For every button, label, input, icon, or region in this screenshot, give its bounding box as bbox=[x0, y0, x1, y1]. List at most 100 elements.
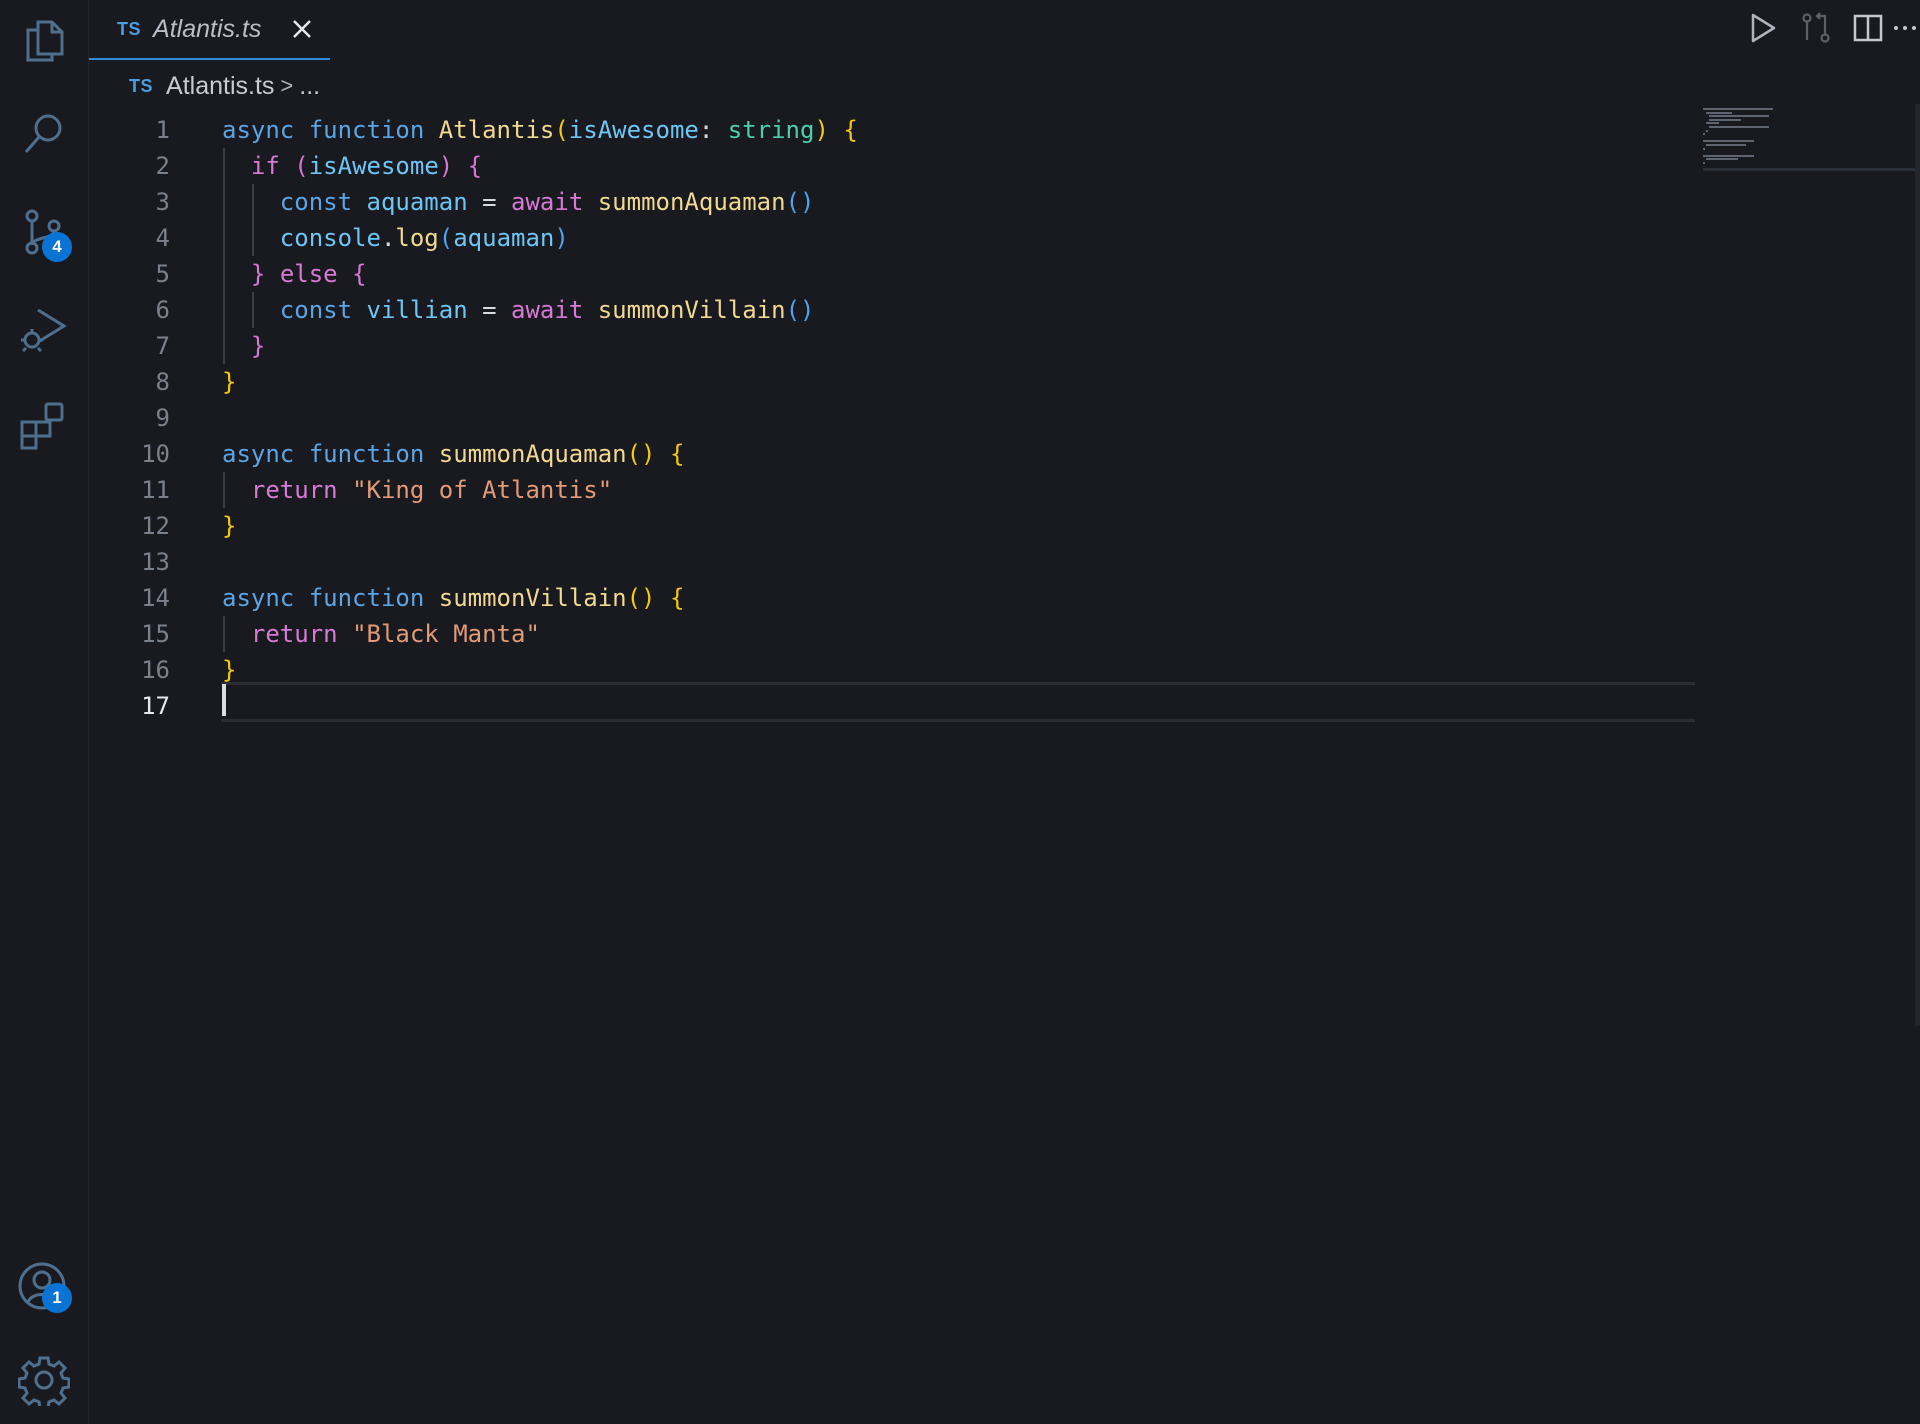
code-text: async function summonAquaman() { bbox=[222, 440, 684, 468]
code-line[interactable]: 5 } else { bbox=[89, 256, 1699, 292]
extensions-icon[interactable] bbox=[0, 386, 88, 462]
line-number: 13 bbox=[141, 548, 170, 576]
run-debug-icon[interactable] bbox=[0, 290, 88, 366]
run-icon[interactable] bbox=[1744, 10, 1780, 46]
code-token: { bbox=[669, 584, 685, 612]
typescript-file-icon: TS bbox=[129, 75, 154, 96]
line-number: 2 bbox=[155, 152, 170, 180]
code-token: = bbox=[467, 188, 512, 216]
minimap-line bbox=[1703, 133, 1705, 136]
code-text: if (isAwesome) { bbox=[222, 152, 482, 180]
code-line[interactable]: 2 if (isAwesome) { bbox=[89, 148, 1699, 184]
code-line[interactable]: 8} bbox=[89, 364, 1699, 400]
source-control-icon[interactable]: 4 bbox=[0, 194, 88, 270]
minimap-line bbox=[1703, 147, 1705, 150]
code-line[interactable]: 12} bbox=[89, 508, 1699, 544]
minimap-viewport[interactable] bbox=[1703, 168, 1915, 171]
close-icon[interactable] bbox=[289, 16, 315, 42]
vertical-scrollbar[interactable] bbox=[1915, 104, 1920, 1026]
search-icon[interactable] bbox=[0, 96, 88, 172]
split-editor-icon[interactable] bbox=[1850, 10, 1886, 46]
code-text: const aquaman = await summonAquaman() bbox=[222, 188, 815, 216]
minimap-line bbox=[1706, 158, 1739, 161]
minimap-line bbox=[1709, 118, 1742, 121]
accounts-badge: 1 bbox=[42, 1283, 72, 1313]
minimap[interactable] bbox=[1703, 104, 1915, 176]
tab-atlantis-ts[interactable]: TS Atlantis.ts bbox=[89, 0, 330, 60]
code-token: if bbox=[250, 152, 295, 180]
breadcrumb: TS Atlantis.ts > ... bbox=[129, 66, 320, 106]
line-number: 17 bbox=[141, 692, 170, 720]
code-text: } bbox=[222, 656, 236, 684]
code-line[interactable]: 14 async function summonVillain() { bbox=[89, 580, 1699, 616]
code-token: () bbox=[785, 296, 815, 324]
code-line[interactable]: 1 async function Atlantis(isAwesome: stri… bbox=[89, 112, 1699, 148]
accounts-icon[interactable] bbox=[0, 1248, 88, 1324]
code-line[interactable]: 13 bbox=[89, 544, 1699, 580]
indent-guide bbox=[223, 472, 225, 508]
minimap-line bbox=[1706, 111, 1732, 114]
code-token: ( bbox=[554, 116, 569, 144]
code-token: "Black Manta" bbox=[352, 620, 540, 648]
code-token: . bbox=[380, 224, 396, 252]
code-token: () bbox=[626, 584, 656, 612]
code-token: villian bbox=[366, 296, 468, 324]
explorer-icon[interactable] bbox=[0, 2, 88, 78]
code-token: log bbox=[395, 224, 439, 252]
code-token: } bbox=[222, 512, 237, 540]
code-token: } bbox=[250, 260, 266, 288]
code-token: await bbox=[511, 188, 598, 216]
chevron-right-icon: > bbox=[280, 73, 294, 98]
code-line[interactable]: 3 const aquaman = await summonAquaman() bbox=[89, 184, 1699, 220]
code-token: function bbox=[308, 440, 439, 468]
code-token: ( bbox=[294, 152, 309, 180]
more-actions-icon[interactable] bbox=[1890, 10, 1920, 46]
line-number: 6 bbox=[155, 296, 170, 324]
code-line[interactable]: 11 return "King of Atlantis" bbox=[89, 472, 1699, 508]
code-token: Atlantis bbox=[438, 116, 555, 144]
code-token: async bbox=[222, 584, 309, 612]
code-line[interactable]: 4 console.log(aquaman) bbox=[89, 220, 1699, 256]
source-control-badge: 4 bbox=[42, 232, 72, 262]
code-line[interactable]: 6 const villian = await summonVillain() bbox=[89, 292, 1699, 328]
code-token: string bbox=[727, 116, 815, 144]
code-text: } bbox=[222, 368, 236, 396]
indent-guide bbox=[223, 616, 225, 652]
breadcrumb-file[interactable]: Atlantis.ts bbox=[166, 72, 274, 101]
code-token: const bbox=[279, 296, 367, 324]
code-line[interactable]: 17 bbox=[89, 688, 1699, 724]
compare-changes-icon[interactable] bbox=[1798, 10, 1834, 46]
code-text: } else { bbox=[222, 260, 367, 288]
code-token: } bbox=[222, 368, 237, 396]
code-editor[interactable]: 1 async function Atlantis(isAwesome: stri… bbox=[89, 106, 1699, 1424]
line-number: 7 bbox=[155, 332, 170, 360]
line-number: 12 bbox=[141, 512, 170, 540]
code-line[interactable]: 10 async function summonAquaman() { bbox=[89, 436, 1699, 472]
code-token: isAwesome bbox=[308, 152, 439, 180]
activity-bar: 4 1 bbox=[0, 0, 89, 1424]
indent-guide bbox=[223, 148, 225, 364]
code-token: { bbox=[669, 440, 685, 468]
code-token: async bbox=[222, 440, 309, 468]
code-token: return bbox=[250, 476, 353, 504]
line-number: 11 bbox=[141, 476, 170, 504]
code-token: summonAquaman bbox=[597, 188, 786, 216]
code-line[interactable]: 15 return "Black Manta" bbox=[89, 616, 1699, 652]
code-token: aquaman bbox=[366, 188, 468, 216]
breadcrumb-symbol[interactable]: ... bbox=[299, 72, 320, 101]
settings-gear-icon[interactable] bbox=[0, 1342, 88, 1418]
code-token: function bbox=[308, 116, 439, 144]
code-line[interactable]: 9 bbox=[89, 400, 1699, 436]
code-line[interactable]: 7 } bbox=[89, 328, 1699, 364]
line-number: 16 bbox=[141, 656, 170, 684]
line-number: 14 bbox=[141, 584, 170, 612]
code-line[interactable]: 16} bbox=[89, 652, 1699, 688]
code-token: console bbox=[279, 224, 381, 252]
code-text: async function summonVillain() { bbox=[222, 584, 684, 612]
